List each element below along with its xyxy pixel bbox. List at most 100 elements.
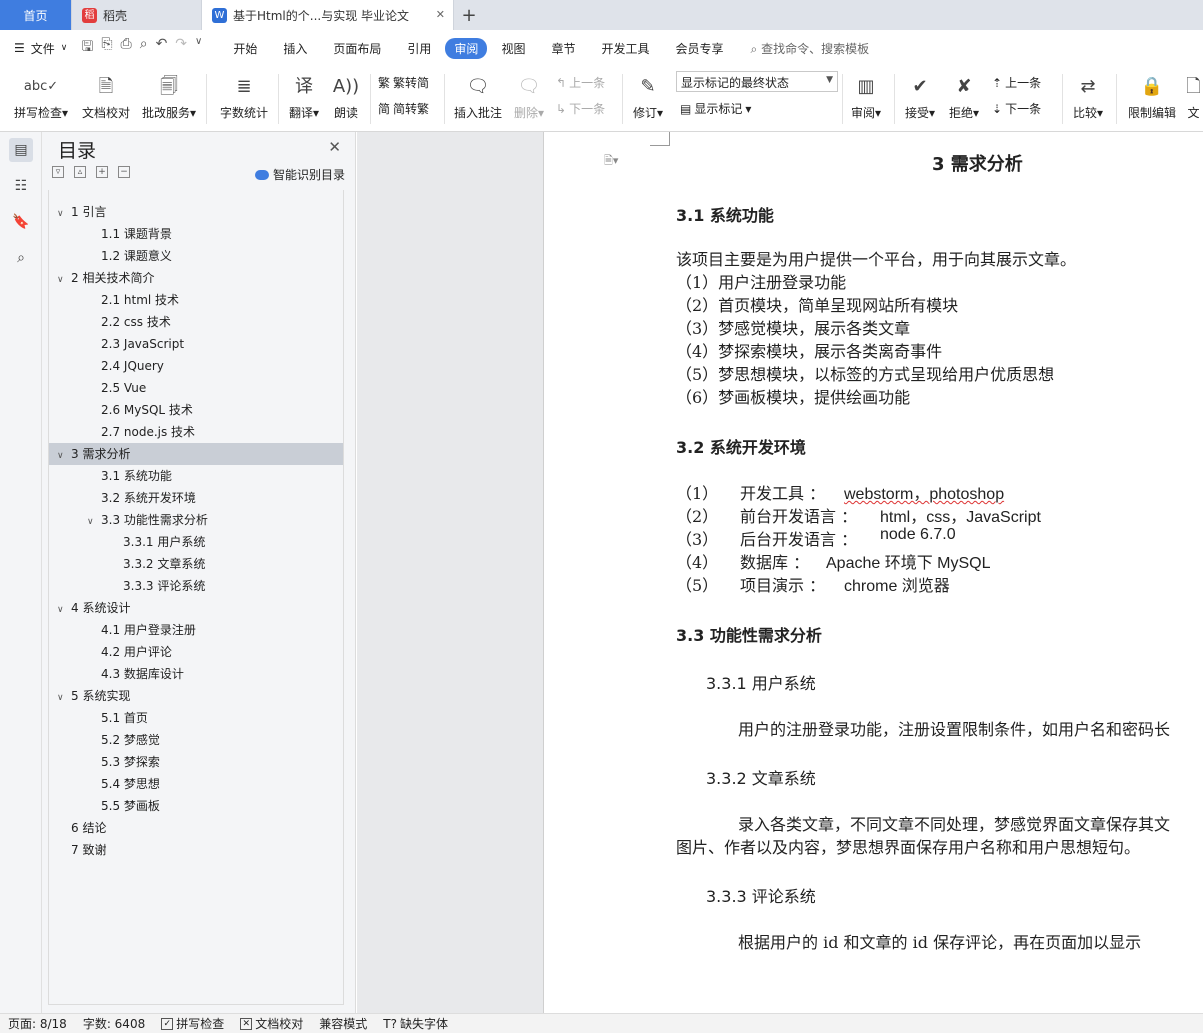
toc-item[interactable]: ∨ 2 相关技术简介 [57,268,154,288]
preview-icon[interactable]: ⌕ [140,36,148,60]
trad-to-simp-button[interactable]: 繁繁转简 [378,74,429,91]
word-count-status[interactable]: 字数: 6408 [75,1015,153,1032]
paragraph: 用户的注册登录功能，注册设置限制条件，如用户名和密码长 [738,720,1171,739]
toc-item[interactable]: 2.6 MySQL 技术 [87,400,193,420]
export-icon[interactable]: ⎘ [101,36,112,60]
toc-item[interactable]: 5.4 梦思想 [87,774,160,794]
save-icon[interactable]: 🖫 [81,36,93,60]
review-service-button[interactable]: 🗐 批改服务▾ [138,70,200,121]
toc-item[interactable]: 4.2 用户评论 [87,642,172,662]
toc-item[interactable]: 4.3 数据库设计 [87,664,184,684]
menu-layout[interactable]: 页面布局 [321,37,393,60]
menu-view[interactable]: 视图 [489,37,537,60]
proofread-button[interactable]: 🗎 文档校对 [78,70,134,121]
next-change-button[interactable]: ⇣ 下一条 [992,100,1041,117]
toc-item[interactable]: 2.4 JQuery [87,356,164,376]
menu-start[interactable]: 开始 [221,37,269,60]
tab-daoke[interactable]: 稻稻壳 [72,0,202,30]
expand-arrow-icon[interactable]: ∨ [87,512,101,532]
menu-review[interactable]: 审阅 [445,37,488,59]
toc-item[interactable]: 2.5 Vue [87,378,146,398]
compat-mode-status[interactable]: 兼容模式 [311,1015,375,1032]
search-icon[interactable]: ⌕ [9,246,33,270]
toc-item[interactable]: 2.3 JavaScript [87,334,184,354]
track-changes-button[interactable]: ✎ 修订▾ [628,70,668,121]
close-tab-icon[interactable]: ✕ [436,8,445,21]
redo-icon[interactable]: ↷ [175,36,187,60]
markup-state-select[interactable]: 显示标记的最终状态 ▼ [676,71,838,92]
accept-button[interactable]: ✔ 接受▾ [900,70,940,121]
doc-permission-button[interactable]: 🗋 文 [1184,70,1203,121]
remove-heading-icon[interactable]: − [118,166,130,178]
close-icon[interactable]: ✕ [328,138,341,156]
compare-button[interactable]: ⇄ 比较▾ [1068,70,1108,121]
chapter-nav-icon[interactable]: ☷ [9,174,33,198]
review-pane-button[interactable]: ▥ 审阅▾ [846,70,886,121]
tab-home[interactable]: 首页 [0,0,72,30]
toc-item[interactable]: ∨ 5 系统实现 [57,686,130,706]
menu-reference[interactable]: 引用 [395,37,443,60]
expand-arrow-icon[interactable]: ∨ [57,204,71,224]
toc-item[interactable]: 7 致谢 [57,840,106,860]
simp-to-trad-button[interactable]: 简简转繁 [378,100,429,117]
bookmark-icon[interactable]: 🔖 [9,210,33,234]
toc-item[interactable]: ∨ 4 系统设计 [57,598,130,618]
expand-all-icon[interactable]: ▵ [74,166,86,178]
read-aloud-button[interactable]: A)) 朗读 [328,70,364,121]
toc-item[interactable]: 3.3.1 用户系统 [109,532,205,552]
show-markup-button[interactable]: ▤ 显示标记 ▾ [680,100,751,117]
toc-item[interactable]: 5.3 梦探索 [87,752,160,772]
toc-item[interactable]: 5.5 梦画板 [87,796,160,816]
expand-arrow-icon[interactable]: ∨ [57,270,71,290]
prev-change-button[interactable]: ⇡ 上一条 [992,74,1041,91]
undo-icon[interactable]: ↶ [156,36,168,60]
expand-arrow-icon[interactable]: ∨ [57,446,71,466]
delete-comment-button[interactable]: 🗨 删除▾ [510,70,548,121]
toc-item[interactable]: 3.1 系统功能 [87,466,172,486]
toc-item[interactable]: 3.3.3 评论系统 [109,576,205,596]
more-icon[interactable]: ∨ [195,36,202,60]
tab-document[interactable]: W 基于Html的个...与实现 毕业论文 ✕ [202,0,454,30]
next-comment-button[interactable]: ↳ 下一条 [556,100,605,117]
add-heading-icon[interactable]: + [96,166,108,178]
missing-font-status[interactable]: T? 缺失字体 [375,1015,456,1032]
spell-check-status[interactable]: ✓ 拼写检查 [153,1015,232,1032]
toc-item[interactable]: ∨ 1 引言 [57,202,106,222]
toc-item[interactable]: 2.2 css 技术 [87,312,171,332]
smart-toc-button[interactable]: 智能识别目录 [254,166,345,183]
toc-item[interactable]: 3.3.2 文章系统 [109,554,205,574]
toc-item[interactable]: 2.7 node.js 技术 [87,422,195,442]
toc-item[interactable]: 2.1 html 技术 [87,290,179,310]
proofread-status[interactable]: ✕ 文档校对 [232,1015,311,1032]
translate-button[interactable]: 译翻译▾ [284,70,324,121]
toc-item[interactable]: 4.1 用户登录注册 [87,620,196,640]
prev-comment-button[interactable]: ↰ 上一条 [556,74,605,91]
toc-item[interactable]: 1.2 课题意义 [87,246,172,266]
toc-item[interactable]: 6 结论 [57,818,106,838]
print-icon[interactable]: ⎙ [121,36,132,60]
toc-item[interactable]: 5.1 首页 [87,708,148,728]
doc-outline-icon[interactable]: 🗎▾ [604,152,618,171]
word-count-button[interactable]: ≣ 字数统计 [216,70,272,121]
menu-devtools[interactable]: 开发工具 [589,37,661,60]
expand-arrow-icon[interactable]: ∨ [57,600,71,620]
toc-item[interactable]: 5.2 梦感觉 [87,730,160,750]
expand-arrow-icon[interactable]: ∨ [57,688,71,708]
menu-chapter[interactable]: 章节 [539,37,587,60]
command-search[interactable]: ⌕ 查找命令、搜索模板 [751,40,870,57]
reject-button[interactable]: ✘ 拒绝▾ [944,70,984,121]
spell-check-button[interactable]: abc✓ 拼写检查▾ [10,70,72,121]
collapse-all-icon[interactable]: ▿ [52,166,64,178]
menu-member[interactable]: 会员专享 [663,37,735,60]
toc-panel-icon[interactable]: ▤ [9,138,33,162]
toc-item[interactable]: 1.1 课题背景 [87,224,172,244]
toc-item[interactable]: ∨ 3.3 功能性需求分析 [87,510,208,530]
toc-item[interactable]: ∨ 3 需求分析 [57,444,130,464]
page-indicator[interactable]: 页面: 8/18 [0,1015,75,1032]
insert-comment-button[interactable]: 🗨 插入批注 [452,70,504,121]
toc-item[interactable]: 3.2 系统开发环境 [87,488,196,508]
new-tab-icon[interactable]: + [454,0,484,30]
file-menu[interactable]: ☰ 文件 ∨ [0,40,81,57]
menu-insert[interactable]: 插入 [271,37,319,60]
restrict-edit-button[interactable]: 🔒 限制编辑 [1124,70,1180,121]
